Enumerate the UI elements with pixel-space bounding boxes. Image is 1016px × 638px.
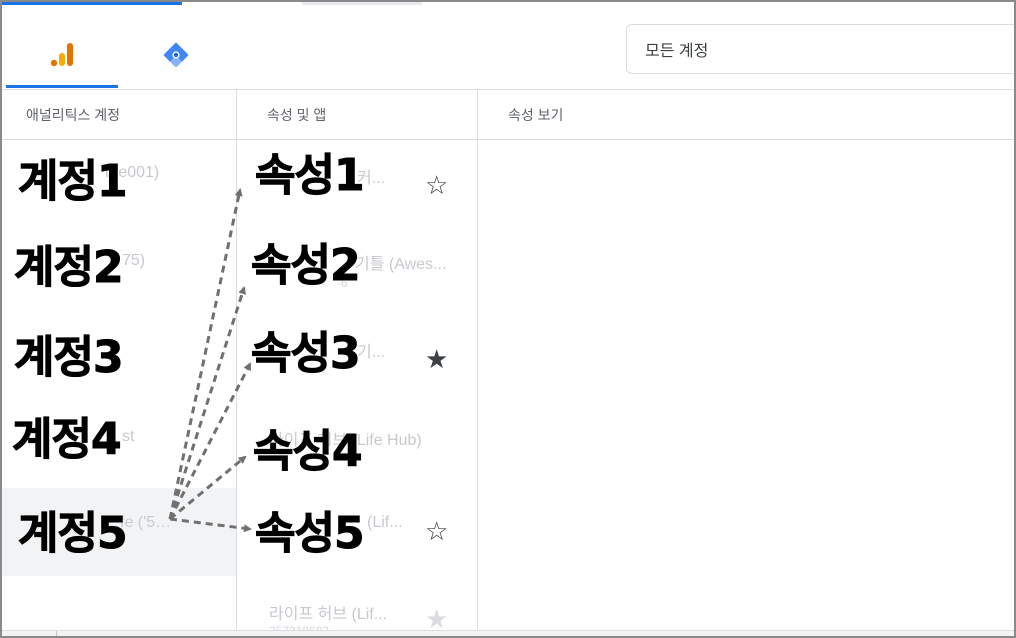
tag-manager-diamond-icon — [163, 42, 189, 67]
account-name-faint: fe ('5… — [120, 514, 172, 531]
property-row-6[interactable]: 라이프 허브 (Lif... 257218683 ★ — [237, 576, 477, 636]
properties-column-header: 속성 및 앱 — [237, 90, 477, 140]
property-name-faint: 라이프 허브 (Lif... — [269, 606, 388, 623]
views-column: 속성 보기 — [478, 90, 1014, 636]
property-row-3[interactable]: 기... 속성3 ★ — [237, 312, 477, 398]
account-label: 계정2 — [14, 242, 125, 293]
account-row-4[interactable]: st 계정4 — [2, 398, 236, 488]
accounts-column: 애널리틱스 계정 me001) 계정1 75) 계정2 계정3 st 계정4 f… — [2, 90, 237, 636]
property-row-1[interactable]: 커... 속성1 ☆ — [237, 140, 477, 226]
properties-header-label: 속성 및 앱 — [267, 106, 327, 123]
all-accounts-selector[interactable]: 모든 계정 — [626, 24, 1014, 74]
account-name-faint: 75) — [122, 252, 146, 269]
account-label: 계정4 — [12, 414, 123, 465]
property-label: 속성3 — [251, 328, 362, 379]
property-row-4[interactable]: 라이프 허브 (Life Hub) -3 속성4 — [237, 398, 477, 488]
account-label: 계정3 — [14, 332, 125, 383]
all-accounts-label: 모든 계정 — [645, 43, 709, 60]
horizontal-scrollbar[interactable] — [2, 630, 1014, 636]
account-row-1[interactable]: me001) 계정1 — [2, 140, 236, 226]
account-row-5[interactable]: fe ('5… 계정5 — [2, 488, 236, 576]
accounts-column-header: 애널리틱스 계정 — [2, 90, 236, 140]
tab-google-tag-manager[interactable] — [120, 22, 232, 88]
properties-column: 속성 및 앱 커... 속성1 ☆ 기틀 (Awes... -6 속성2 기..… — [237, 90, 478, 636]
property-row-5[interactable]: (Lif... 속성5 ☆ — [237, 488, 477, 576]
property-name-faint: 기... — [357, 344, 386, 361]
product-bar: 모든 계정 — [2, 2, 1014, 90]
property-name-faint: 기틀 (Awes... — [355, 256, 447, 273]
favorite-star-outline-icon[interactable]: ☆ — [425, 172, 448, 198]
account-label: 계정1 — [18, 156, 129, 207]
property-row-2[interactable]: 기틀 (Awes... -6 속성2 — [237, 226, 477, 312]
account-label: 계정5 — [18, 508, 129, 559]
favorite-star-outline-icon[interactable]: ☆ — [425, 518, 448, 544]
account-name-faint: st — [122, 428, 135, 445]
property-name-faint: (Lif... — [367, 514, 403, 531]
scrollbar-thumb[interactable] — [56, 631, 1014, 636]
account-row-2[interactable]: 75) 계정2 — [2, 226, 236, 312]
favorite-star-filled-icon[interactable]: ★ — [425, 346, 448, 372]
property-label: 속성1 — [255, 150, 366, 201]
views-header-label: 속성 보기 — [508, 106, 564, 123]
property-label: 속성4 — [253, 426, 364, 477]
analytics-account-picker: 모든 계정 애널리틱스 계정 me001) 계정1 75) 계정2 계정3 st… — [0, 0, 1016, 638]
account-row-3[interactable]: 계정3 — [2, 312, 236, 398]
favorite-star-faint-icon[interactable]: ★ — [425, 606, 448, 632]
analytics-bars-icon — [50, 42, 73, 66]
tab-google-analytics[interactable] — [6, 22, 118, 88]
property-label: 속성2 — [251, 240, 362, 291]
accounts-header-label: 애널리틱스 계정 — [26, 106, 121, 123]
views-column-header: 속성 보기 — [478, 90, 1014, 140]
property-label: 속성5 — [255, 508, 366, 559]
